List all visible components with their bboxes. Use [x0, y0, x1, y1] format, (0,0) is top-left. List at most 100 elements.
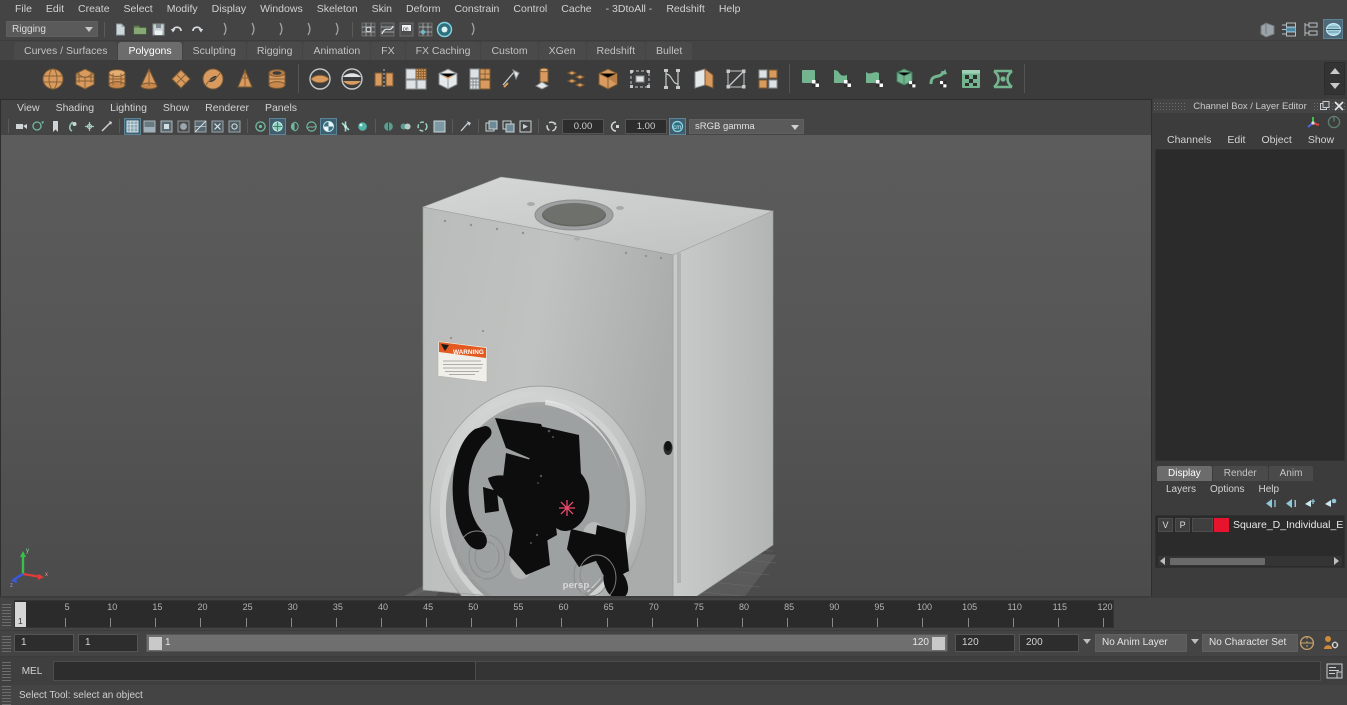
wireframe-on-shaded-icon[interactable] — [193, 119, 208, 134]
viewport-menu-shading[interactable]: Shading — [48, 100, 103, 117]
menu-create[interactable]: Create — [71, 0, 117, 18]
two-pane-icon[interactable] — [82, 119, 97, 134]
sculpt-relax-icon[interactable] — [859, 63, 890, 94]
channel-box-menu-edit[interactable]: Edit — [1219, 134, 1253, 146]
ambient-occlusion-icon[interactable] — [304, 119, 319, 134]
snap-to-point-icon[interactable]: pn — [398, 21, 415, 38]
layer-menu-layers[interactable]: Layers — [1159, 484, 1203, 495]
sidebar-toggle-icon[interactable] — [1323, 19, 1343, 39]
character-set-chevron-icon[interactable] — [1191, 639, 1199, 644]
exposure-reset-icon[interactable] — [544, 119, 559, 134]
xray-active-components-icon[interactable] — [398, 119, 413, 134]
menu-select[interactable]: Select — [117, 0, 160, 18]
four-pane-icon[interactable] — [99, 119, 114, 134]
render-region-icon[interactable] — [501, 119, 516, 134]
redo-icon[interactable] — [188, 21, 205, 38]
layer-menu-options[interactable]: Options — [1203, 484, 1251, 495]
color-management-toggle-icon[interactable]: cm — [670, 119, 685, 134]
menu-set-selector[interactable]: Rigging — [6, 21, 98, 37]
ipr-render-icon[interactable] — [458, 119, 473, 134]
no-grid-icon[interactable] — [415, 119, 430, 134]
script-editor-icon[interactable] — [1323, 661, 1345, 681]
layer-list[interactable]: V P Square_D_Individual_Ele — [1155, 515, 1345, 568]
shelf-scroll-arrows[interactable] — [1324, 62, 1345, 95]
shelf-tab-custom[interactable]: Custom — [481, 42, 537, 60]
menu-cache[interactable]: Cache — [554, 0, 598, 18]
gamma-reset-icon[interactable] — [607, 119, 622, 134]
menu-skeleton[interactable]: Skeleton — [310, 0, 365, 18]
open-scene-icon[interactable] — [131, 21, 148, 38]
polygon-cylinder-icon[interactable] — [101, 63, 132, 94]
use-default-lighting-icon[interactable] — [253, 119, 268, 134]
smooth-shade-flat-icon[interactable] — [159, 119, 174, 134]
shelf-tab-rigging[interactable]: Rigging — [247, 42, 303, 60]
layer-tab-display[interactable]: Display — [1157, 466, 1212, 481]
combine-icon[interactable] — [304, 63, 335, 94]
polygon-cone-icon[interactable] — [133, 63, 164, 94]
animation-start-field[interactable]: 1 — [14, 634, 74, 652]
shelf-scroll-down-icon[interactable] — [1330, 83, 1340, 89]
separate-icon[interactable] — [336, 63, 367, 94]
anim-layer-select[interactable]: No Anim Layer — [1095, 634, 1187, 652]
multisample-icon[interactable] — [338, 119, 353, 134]
channel-box-menu-show[interactable]: Show — [1300, 134, 1342, 146]
xray-joints-icon[interactable] — [227, 119, 242, 134]
multi-cut-icon[interactable] — [720, 63, 751, 94]
viewport-menu-renderer[interactable]: Renderer — [197, 100, 257, 117]
camera-attributes-icon[interactable] — [31, 119, 46, 134]
viewport-menu-show[interactable]: Show — [155, 100, 197, 117]
polygon-plane-icon[interactable] — [165, 63, 196, 94]
playback-range-bar[interactable]: 1 120 — [146, 634, 948, 652]
menu-modify[interactable]: Modify — [160, 0, 205, 18]
sculpt-mirror-icon[interactable] — [987, 63, 1018, 94]
construction-history-icon[interactable] — [436, 21, 453, 38]
current-time-indicator[interactable]: 1 — [15, 602, 26, 627]
color-management-select[interactable]: sRGB gamma — [689, 119, 804, 134]
extrude-icon[interactable] — [528, 63, 559, 94]
range-slider-drag-handle[interactable] — [2, 635, 11, 652]
range-start-handle[interactable] — [149, 637, 162, 650]
layer-list-horizontal-scrollbar[interactable] — [1158, 556, 1342, 566]
character-set-select[interactable]: No Character Set — [1202, 634, 1298, 652]
gamma-field[interactable]: 1.00 — [625, 119, 667, 134]
bridge-icon[interactable] — [656, 63, 687, 94]
create-layer-from-selected-icon[interactable] — [1324, 496, 1337, 514]
panel-drag-dots[interactable] — [1153, 102, 1187, 110]
shelf-tab-redshift[interactable]: Redshift — [587, 42, 646, 60]
layer-color-swatch[interactable] — [1214, 518, 1229, 532]
shelf-tab-animation[interactable]: Animation — [303, 42, 370, 60]
command-input[interactable] — [53, 661, 476, 681]
close-panel-icon[interactable] — [1333, 100, 1345, 112]
menu-constrain[interactable]: Constrain — [447, 0, 506, 18]
use-all-lights-icon[interactable] — [270, 119, 285, 134]
range-end-handle[interactable] — [932, 637, 945, 650]
menu-display[interactable]: Display — [205, 0, 253, 18]
layer-row[interactable]: V P Square_D_Individual_Ele — [1156, 517, 1344, 533]
depth-of-field-icon[interactable] — [355, 119, 370, 134]
sculpt-flatten-icon[interactable] — [923, 63, 954, 94]
auto-keyframe-toggle-icon[interactable] — [1299, 635, 1315, 656]
command-language-label[interactable]: MEL — [11, 666, 53, 677]
channel-box-menu-object[interactable]: Object — [1253, 134, 1299, 146]
wireframe-icon[interactable] — [125, 119, 140, 134]
quad-draw-icon[interactable] — [752, 63, 783, 94]
viewport-menu-view[interactable]: View — [9, 100, 48, 117]
create-new-layer-icon[interactable] — [1304, 496, 1317, 514]
time-slider[interactable]: 5101520253035404550556065707580859095100… — [14, 600, 1114, 628]
shelf-tab-polygons[interactable]: Polygons — [118, 42, 181, 60]
image-plane-icon[interactable] — [65, 119, 80, 134]
motion-blur-icon[interactable] — [321, 119, 336, 134]
anim-layer-chevron-icon[interactable] — [1083, 639, 1091, 644]
toggle-fields-icon[interactable] — [1327, 115, 1341, 134]
wedge-icon[interactable] — [688, 63, 719, 94]
extract-icon[interactable] — [496, 63, 527, 94]
exposure-field[interactable]: 0.00 — [562, 119, 604, 134]
sculpt-freeze-icon[interactable] — [955, 63, 986, 94]
new-scene-icon[interactable] — [112, 21, 129, 38]
move-layer-up-icon[interactable] — [1284, 496, 1297, 514]
menu-help[interactable]: Help — [712, 0, 748, 18]
xray-icon[interactable] — [210, 119, 225, 134]
render-current-frame-icon[interactable] — [484, 119, 499, 134]
snap-to-grid-icon[interactable] — [360, 21, 377, 38]
command-line-drag-handle[interactable] — [2, 661, 11, 681]
